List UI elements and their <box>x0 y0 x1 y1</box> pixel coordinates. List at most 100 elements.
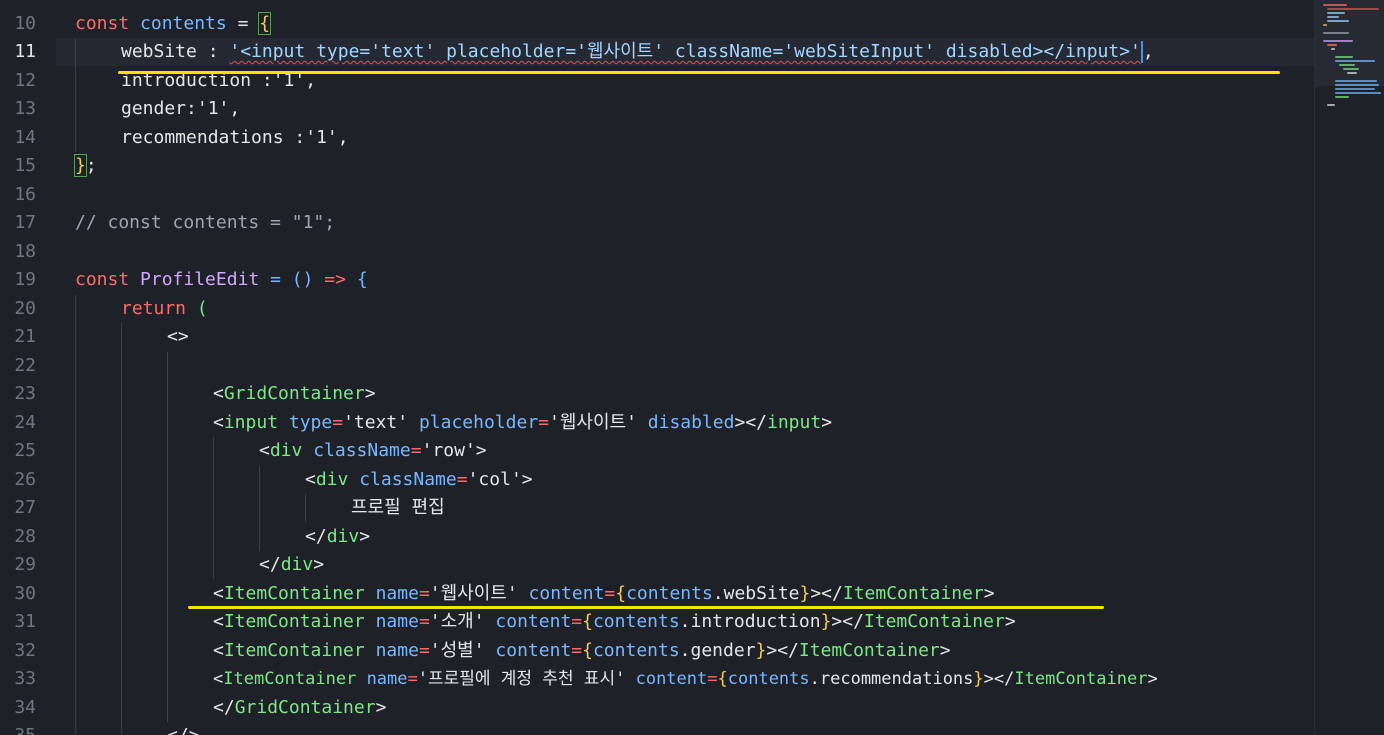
token-attribute: name <box>375 611 419 632</box>
line-number: 12 <box>14 70 36 91</box>
token-function-name: ProfileEdit <box>140 269 260 290</box>
line-number: 29 <box>14 554 36 575</box>
token-tag: input <box>767 412 822 433</box>
token-identifier: contents <box>592 611 680 632</box>
code-line-20: return ( <box>121 295 208 323</box>
token-attribute: content <box>495 640 572 661</box>
code-line-10: const contents = { <box>75 10 272 38</box>
token-operator: = <box>259 269 292 290</box>
token-tag: ItemContainer <box>223 669 357 689</box>
minimap-line <box>1335 96 1349 98</box>
code-line-14: recommendations :'1', <box>121 124 349 152</box>
token-punctuation: < <box>213 583 224 604</box>
minimap[interactable] <box>1314 0 1384 735</box>
token-property: webSite <box>121 41 197 62</box>
annotation-underline <box>188 606 1104 609</box>
minimap-line <box>1327 12 1345 14</box>
line-number: 35 <box>0 722 36 735</box>
token-tag: ItemContainer <box>223 640 365 661</box>
token-paren: ( <box>186 298 208 319</box>
token-punctuation: </ <box>213 697 235 718</box>
token-comment: // const contents = "1"; <box>75 212 336 233</box>
token-brace: { <box>356 269 368 290</box>
token-arrow: => <box>313 269 357 290</box>
minimap-line <box>1335 56 1353 58</box>
line-number: 10 <box>14 13 36 34</box>
token-tag: ItemContainer <box>223 611 365 632</box>
token-tag: GridContainer <box>234 697 376 718</box>
minimap-line <box>1327 104 1335 106</box>
token-identifier: contents <box>626 583 713 604</box>
minimap-line <box>1327 8 1379 10</box>
code-editor[interactable]: 10 11 12 13 14 15 16 17 18 19 20 21 22 2… <box>0 0 1384 735</box>
line-number: 22 <box>14 355 36 376</box>
token-tag: div <box>315 469 349 490</box>
line-number: 23 <box>14 383 36 404</box>
code-line-15: }; <box>74 152 97 180</box>
token-identifier: contents <box>140 13 227 34</box>
token-tag: ItemContainer <box>798 640 940 661</box>
line-number: 16 <box>14 184 36 205</box>
token-punctuation: < <box>213 640 224 661</box>
token-property: .gender <box>679 640 756 661</box>
line-number: 25 <box>14 440 36 461</box>
token-fragment: </> <box>167 725 200 735</box>
token-property: .introduction <box>679 611 821 632</box>
code-line-34: </GridContainer> <box>213 694 386 722</box>
code-line-21: <> <box>167 323 189 351</box>
token-string: '웹사이트' <box>429 583 518 604</box>
token-string: 'text' <box>343 412 409 433</box>
line-number: 19 <box>14 269 36 290</box>
token-tag: ItemContainer <box>1014 669 1148 689</box>
line-number: 33 <box>14 668 36 689</box>
line-number: 30 <box>14 583 36 604</box>
token-identifier: contents <box>727 669 810 689</box>
token-tag: div <box>269 440 303 461</box>
minimap-line <box>1323 40 1353 42</box>
token-string-error: '<input type='text' placeholder='웹사이트' c… <box>229 41 1141 62</box>
line-number: 14 <box>14 127 36 148</box>
token-punctuation: < <box>213 669 224 689</box>
line-number: 18 <box>14 241 36 262</box>
token-punctuation: > <box>359 526 371 547</box>
line-number: 28 <box>14 526 36 547</box>
code-line-23: <GridContainer> <box>213 380 376 408</box>
code-area[interactable]: const contents = { webSite : '<input typ… <box>74 0 1315 735</box>
line-number: 32 <box>14 640 36 661</box>
line-number: 15 <box>14 155 36 176</box>
token-punctuation: </ <box>305 526 327 547</box>
line-number: 27 <box>14 497 36 518</box>
token-punctuation: ></ <box>810 583 843 604</box>
token-tag: div <box>326 526 360 547</box>
token-punctuation: > <box>821 412 833 433</box>
minimap-line <box>1323 24 1327 26</box>
minimap-line <box>1335 80 1377 82</box>
token-tag: input <box>223 412 279 433</box>
minimap-line <box>1327 20 1349 22</box>
token-punctuation: , <box>1142 41 1154 62</box>
token-punctuation: > <box>313 554 325 575</box>
token-property: recommendations <box>121 127 284 148</box>
token-string: '웹사이트' <box>549 412 637 433</box>
token-punctuation: > <box>1147 669 1158 689</box>
token-brace: } <box>74 154 87 177</box>
line-number: 17 <box>14 212 36 233</box>
line-number-active: 11 <box>14 41 36 62</box>
token-identifier: contents <box>592 640 680 661</box>
token-attribute: type <box>288 412 333 433</box>
token-punctuation: < <box>259 440 270 461</box>
token-punctuation: < <box>213 611 224 632</box>
code-line-28: </div> <box>305 523 370 551</box>
token-brace: { <box>258 12 272 35</box>
code-line-27: 프로필 편집 <box>351 494 445 522</box>
token-attribute: className <box>359 469 457 490</box>
token-keyword: const <box>75 269 130 290</box>
token-string: 'col' <box>467 469 522 490</box>
token-punctuation: > <box>364 383 376 404</box>
token-punctuation: ></ <box>983 669 1015 689</box>
token-punctuation: ></ <box>734 412 767 433</box>
code-line-24: <input type='text' placeholder='웹사이트' di… <box>213 412 833 433</box>
minimap-line <box>1323 32 1349 34</box>
line-number-gutter: 10 11 12 13 14 15 16 17 18 19 20 21 22 2… <box>0 0 56 735</box>
minimap-line <box>1327 16 1339 18</box>
